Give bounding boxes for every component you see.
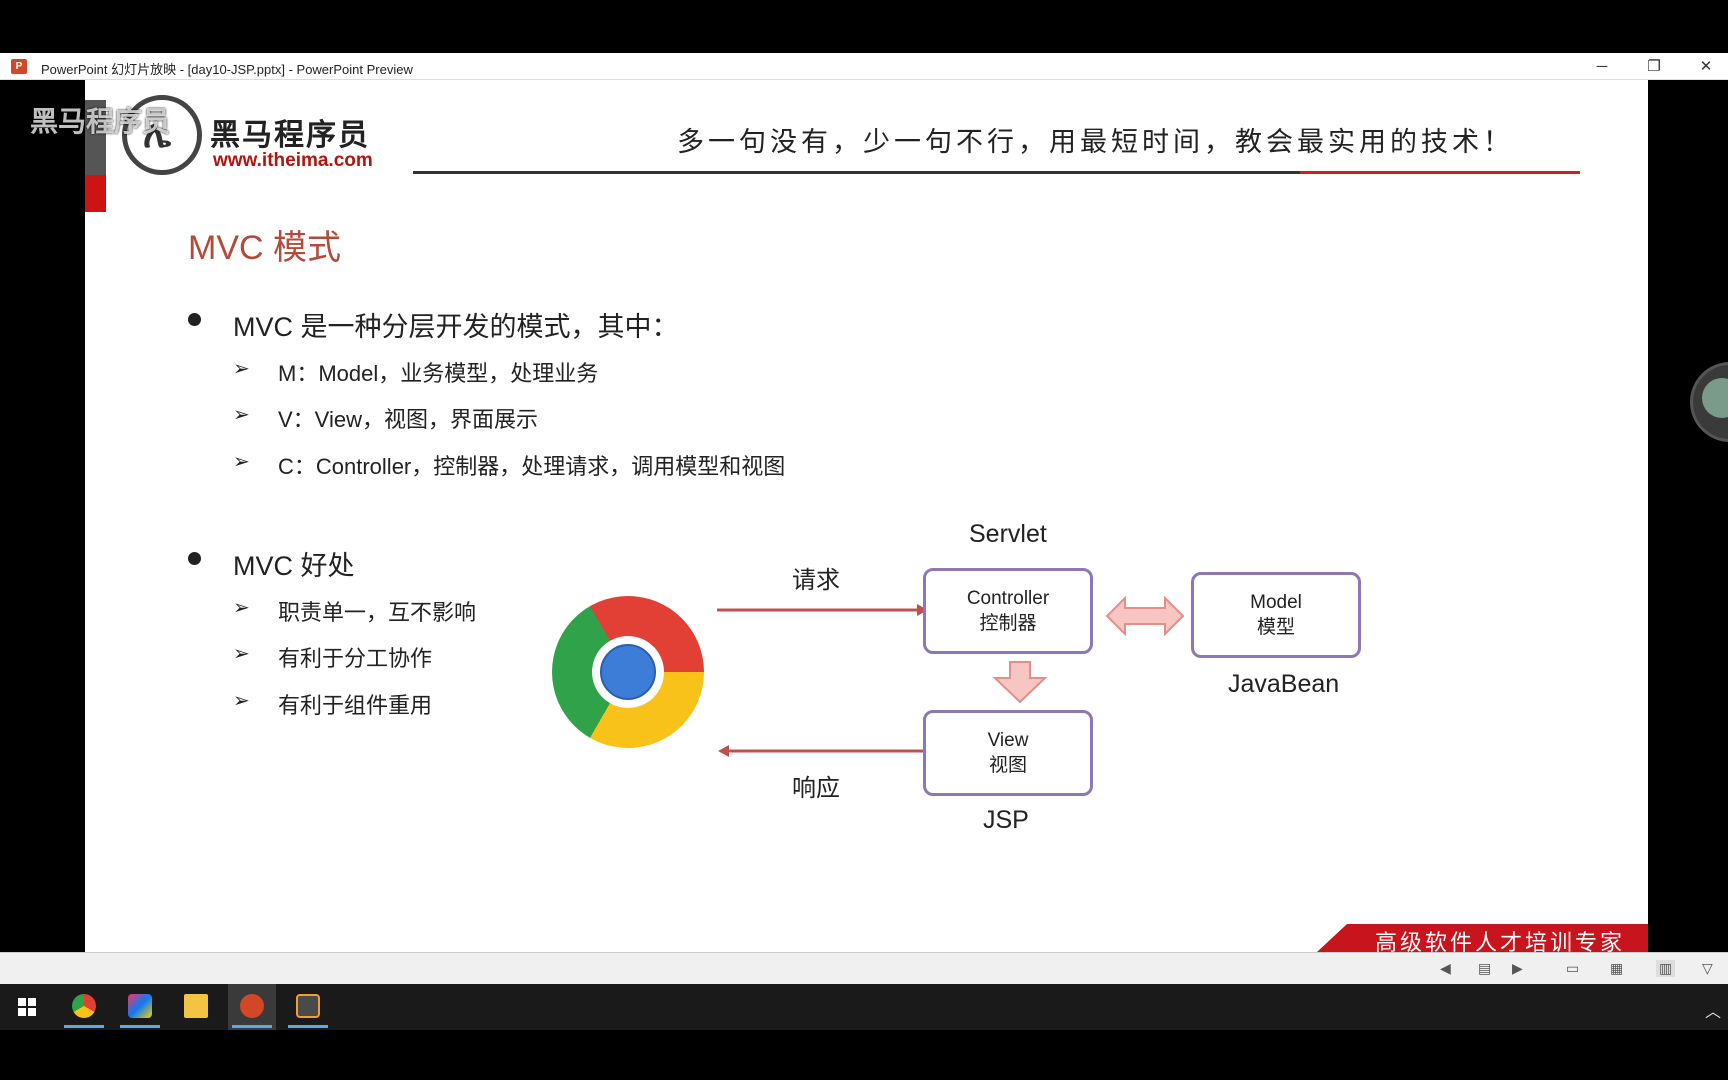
- normal-view-icon[interactable]: ▭: [1566, 960, 1579, 977]
- taskbar: ︿: [0, 984, 1728, 1030]
- model-label-en: Model: [1250, 592, 1302, 613]
- model-label-zh: 模型: [1256, 617, 1295, 638]
- running-indicator: [288, 1025, 328, 1028]
- powerpoint-icon: [240, 994, 264, 1018]
- view-label-en: View: [987, 730, 1029, 751]
- controller-label-en: Controller: [966, 588, 1050, 609]
- slide: ሌ 黑马程序员 www.itheima.com 多一句没有，少一句不行，用最短时…: [85, 80, 1648, 952]
- powerpoint-app-icon: P: [11, 59, 27, 74]
- chevron-up-icon[interactable]: ︿: [1705, 998, 1721, 1022]
- sublime-icon: [296, 994, 320, 1018]
- controller-model-double-arrow: [1105, 595, 1185, 637]
- file-explorer-icon: [184, 994, 208, 1018]
- taskbar-chrome[interactable]: [60, 984, 108, 1030]
- diagram-arrows: [717, 595, 1185, 757]
- footer-banner-text: 高级软件人才培训专家: [1375, 931, 1626, 952]
- windows-start-icon[interactable]: [18, 998, 36, 1016]
- right-black-gutter: [1648, 80, 1728, 960]
- taskbar-intellij[interactable]: [116, 984, 164, 1030]
- controller-view-down-arrow: [992, 661, 1048, 704]
- response-arrow: [718, 745, 929, 757]
- slide-menu-icon[interactable]: ▤: [1478, 960, 1491, 977]
- window-title: PowerPoint 幻灯片放映 - [day10-JSP.pptx] - Po…: [41, 62, 413, 77]
- minimize-button[interactable]: ─: [1576, 53, 1628, 80]
- controller-label-zh: 控制器: [979, 613, 1037, 634]
- watermark-text: 黑马程序员: [30, 106, 171, 137]
- slideshow-icon[interactable]: ▽: [1702, 960, 1713, 977]
- running-indicator: [232, 1025, 272, 1028]
- reading-view-icon[interactable]: ▥: [1656, 960, 1676, 977]
- running-indicator: [64, 1025, 104, 1028]
- ppt-statusbar: ◀ ▤ ▶ ▭ ▦ ▥ ▽: [0, 952, 1728, 984]
- running-indicator: [120, 1025, 160, 1028]
- previous-slide-icon[interactable]: ◀: [1440, 960, 1451, 977]
- intellij-icon: [128, 994, 152, 1018]
- slide-sorter-icon[interactable]: ▦: [1610, 960, 1623, 977]
- controller-box: Controller 控制器: [923, 568, 1093, 654]
- window-titlebar: P PowerPoint 幻灯片放映 - [day10-JSP.pptx] - …: [0, 53, 1728, 80]
- close-button[interactable]: ✕: [1680, 53, 1728, 80]
- left-black-gutter: [0, 80, 85, 960]
- taskbar-powerpoint[interactable]: [228, 984, 276, 1030]
- model-box: Model 模型: [1191, 572, 1361, 658]
- bottom-black-bar: [0, 1030, 1728, 1080]
- chrome-icon: [72, 994, 96, 1018]
- restore-button[interactable]: ❐: [1628, 53, 1680, 80]
- view-box: View 视图: [923, 710, 1093, 796]
- taskbar-sublime[interactable]: [284, 984, 332, 1030]
- taskbar-file-explorer[interactable]: [172, 984, 220, 1030]
- view-label-zh: 视图: [988, 755, 1027, 776]
- next-slide-icon[interactable]: ▶: [1512, 960, 1523, 977]
- request-arrow: [717, 604, 928, 616]
